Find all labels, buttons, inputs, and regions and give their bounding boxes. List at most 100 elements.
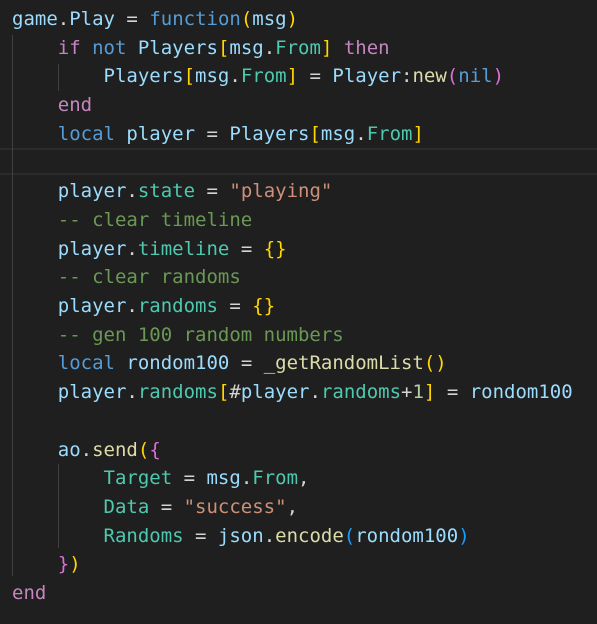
code-token: ) [458, 524, 470, 547]
code-token: = [195, 180, 230, 203]
code-editor[interactable]: -- game.Play = function(msg) if not Play… [0, 0, 597, 624]
code-token: . [126, 381, 138, 404]
code-token: {} [252, 295, 276, 317]
code-token: From [366, 122, 413, 145]
code-line[interactable]: game.Play = function(msg) [12, 5, 298, 34]
code-token: json [217, 524, 264, 547]
code-token: msg [252, 8, 287, 30]
code-token: = [183, 524, 218, 547]
code-token: randoms [137, 381, 218, 404]
code-token: = [229, 352, 264, 375]
code-token: -- gen 100 random numbers [57, 323, 344, 346]
code-token: . [126, 295, 138, 317]
code-token: = [172, 467, 207, 490]
code-token: , [286, 495, 299, 518]
code-token: player [57, 381, 127, 404]
code-token: Randoms [103, 524, 184, 547]
code-token: : [401, 65, 413, 88]
code-line[interactable]: Players[msg.From] = Player:new(nil) [12, 62, 505, 91]
code-token: ) [69, 553, 81, 576]
code-token: "success" [183, 495, 287, 518]
code-token: . [57, 8, 70, 30]
code-token: Player [332, 65, 402, 88]
code-line[interactable]: ao.send({ [12, 436, 161, 465]
code-line[interactable]: local rondom100 = _getRandomList() [12, 349, 447, 378]
code-token: encode [275, 524, 344, 547]
code-line[interactable]: if not Players[msg.From] then [12, 34, 390, 63]
code-token: . [263, 36, 276, 59]
code-token: msg [229, 36, 264, 59]
code-token: ao [57, 438, 81, 461]
code-token: , [298, 467, 310, 490]
code-token: Players [137, 36, 218, 59]
code-token: ] [412, 122, 424, 145]
code-line[interactable]: -- clear randoms [12, 263, 241, 292]
code-line[interactable]: -- gen 100 random numbers [12, 321, 344, 350]
code-line[interactable]: }) [12, 550, 81, 579]
code-token: ) [286, 8, 299, 30]
code-token: 1 [412, 381, 424, 404]
code-token: = [298, 65, 333, 88]
code-token: not [80, 36, 138, 59]
code-line[interactable]: -- clear timeline [12, 206, 252, 235]
code-token: player [57, 237, 127, 260]
code-token: . [240, 467, 253, 490]
code-line[interactable]: player.state = "playing" [12, 177, 333, 206]
code-token: . [309, 381, 321, 404]
code-token: . [126, 180, 138, 203]
code-token: randoms [137, 295, 218, 317]
code-token: player [57, 295, 127, 317]
code-line[interactable]: local player = Players[msg.From] [12, 120, 424, 149]
code-token: local [57, 122, 115, 145]
code-token: Data [103, 495, 150, 518]
code-line[interactable]: Target = msg.From, [12, 464, 310, 493]
code-token: {} [263, 237, 287, 260]
code-token: _getRandomList [263, 352, 424, 375]
code-line[interactable]: end [12, 579, 46, 608]
code-token: . [229, 65, 241, 88]
code-token: Play [69, 8, 115, 30]
code-token: = [195, 122, 230, 145]
code-fragment-top: -- [12, 0, 35, 4]
code-token: = [149, 495, 184, 518]
code-token: From [240, 65, 287, 88]
code-token: end [57, 94, 93, 117]
code-token: . [126, 237, 138, 260]
code-token: send [92, 438, 138, 461]
code-line[interactable]: player.randoms[#player.randoms+1] = rond… [12, 378, 573, 407]
code-token: player [57, 180, 127, 203]
code-line[interactable]: Randoms = json.encode(rondom100) [12, 522, 470, 551]
code-token: { [149, 438, 161, 461]
code-token: From [275, 36, 321, 59]
code-token: [ [217, 381, 230, 404]
code-token: if [57, 36, 81, 59]
code-token: msg [320, 122, 356, 145]
code-line[interactable]: Data = "success", [12, 493, 299, 522]
code-token: timeline [137, 237, 230, 260]
code-token: rondom100 [469, 381, 573, 404]
code-token: ] [286, 65, 299, 88]
code-token: game [12, 8, 58, 30]
code-token: # [229, 381, 241, 404]
code-token: end [12, 582, 47, 604]
code-line[interactable]: end [12, 91, 92, 120]
code-token: ] [423, 381, 436, 404]
code-token: ( [343, 524, 356, 547]
code-line[interactable]: player.randoms = {} [12, 292, 275, 321]
code-line[interactable]: player.timeline = {} [12, 235, 287, 264]
code-token: + [401, 381, 413, 404]
